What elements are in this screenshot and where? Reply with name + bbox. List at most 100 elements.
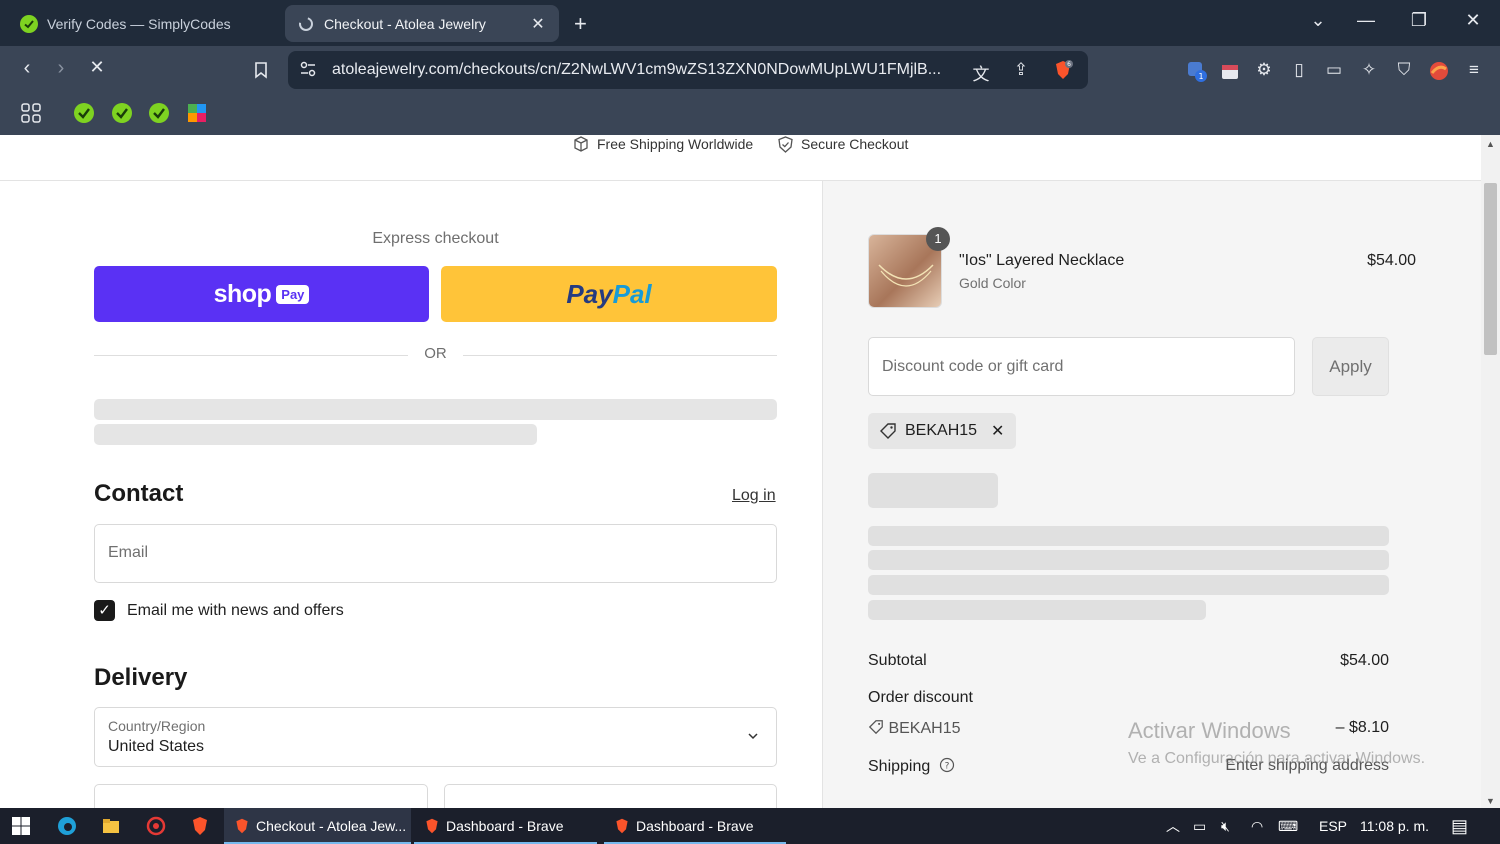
- product-variant: Gold Color: [959, 275, 1026, 291]
- file-explorer-icon[interactable]: [101, 816, 121, 836]
- news-offers-option[interactable]: ✓ Email me with news and offers: [94, 600, 344, 621]
- country-select[interactable]: Country/Region United States: [94, 707, 777, 767]
- trust-banner: Free Shipping Worldwide Secure Checkout: [0, 135, 1481, 181]
- scroll-up-icon[interactable]: ▲: [1486, 139, 1495, 149]
- or-divider: OR: [94, 345, 777, 365]
- shield-check-icon: [778, 135, 793, 153]
- news-offers-checkbox[interactable]: ✓: [94, 600, 115, 621]
- rewards-icon[interactable]: [1428, 60, 1450, 82]
- tag-icon: [868, 720, 883, 735]
- taskbar-app-dashboard[interactable]: Dashboard - Brave: [604, 808, 786, 844]
- new-tab-icon[interactable]: +: [574, 11, 587, 37]
- extension-badge-icon[interactable]: 1: [1186, 60, 1208, 82]
- language-indicator[interactable]: ESP: [1319, 808, 1347, 844]
- simplycodes-bookmark-icon[interactable]: [73, 102, 95, 124]
- remove-code-icon[interactable]: ✕: [991, 421, 1004, 441]
- close-tab-icon[interactable]: ✕: [529, 14, 547, 34]
- svg-text:1: 1: [1198, 72, 1203, 81]
- order-summary: 1 "Ios" Layered Necklace Gold Color $54.…: [822, 181, 1481, 808]
- product-name: "Ios" Layered Necklace: [959, 252, 1125, 269]
- brave-icon[interactable]: [190, 816, 210, 836]
- help-circle-icon[interactable]: ?: [939, 757, 955, 773]
- site-settings-icon[interactable]: [299, 60, 317, 78]
- apply-button[interactable]: Apply: [1312, 337, 1389, 396]
- scrollbar-thumb[interactable]: [1484, 183, 1497, 355]
- login-link[interactable]: Log in: [732, 487, 776, 505]
- close-window-icon[interactable]: ✕: [1461, 10, 1485, 31]
- sidebar-toggle-icon[interactable]: ▯: [1288, 60, 1310, 82]
- loading-skeleton: [868, 550, 1389, 570]
- extensions-puzzle-icon[interactable]: ⚙: [1253, 60, 1275, 82]
- tab-title: Checkout - Atolea Jewelry: [324, 15, 486, 32]
- menu-icon[interactable]: ≡: [1463, 60, 1485, 82]
- loading-skeleton: [94, 424, 537, 445]
- battery-icon[interactable]: ▭: [1193, 808, 1206, 844]
- brave-shields-icon[interactable]: 6: [1053, 60, 1073, 80]
- checkout-form: Express checkout shop Pay Pay Pal OR Cont…: [0, 181, 822, 808]
- express-checkout-label: Express checkout: [372, 230, 499, 247]
- colorful-bookmark-icon[interactable]: [186, 102, 208, 124]
- shipping-label: Shipping: [868, 758, 931, 775]
- paypal-button[interactable]: Pay Pal: [441, 266, 777, 322]
- wallet-icon[interactable]: ▭: [1323, 60, 1345, 82]
- tag-icon: [880, 423, 896, 439]
- email-field[interactable]: Email: [94, 524, 777, 583]
- restore-icon[interactable]: ❐: [1407, 10, 1431, 31]
- tab-checkout[interactable]: Checkout - Atolea Jewelry ✕: [285, 5, 559, 42]
- brave-icon: [616, 818, 628, 834]
- loading-skeleton: [868, 575, 1389, 595]
- volume-muted-icon[interactable]: 🔇︎: [1221, 808, 1230, 844]
- page-scrollbar[interactable]: ▲ ▼: [1481, 135, 1500, 808]
- back-icon[interactable]: ‹: [15, 57, 39, 80]
- last-name-field[interactable]: [444, 784, 777, 808]
- quantity-badge: 1: [926, 227, 950, 251]
- svg-text:?: ?: [944, 762, 949, 772]
- paypal-wordmark-pal: Pal: [612, 278, 652, 309]
- wifi-icon[interactable]: ◠: [1251, 808, 1263, 844]
- stop-loading-icon[interactable]: ✕: [85, 57, 109, 78]
- bookmark-icon[interactable]: [251, 60, 271, 80]
- translate-icon[interactable]: 文: [971, 60, 991, 84]
- svg-text:6: 6: [1067, 61, 1071, 68]
- checkout-page: Free Shipping Worldwide Secure Checkout …: [0, 135, 1481, 808]
- notifications-icon[interactable]: ▤: [1451, 808, 1468, 844]
- keyboard-icon[interactable]: ⌨: [1278, 808, 1298, 844]
- share-icon[interactable]: ⇪: [1011, 60, 1031, 80]
- loading-skeleton: [868, 473, 998, 508]
- apps-grid-icon[interactable]: [20, 102, 42, 124]
- taskbar-app-dashboard[interactable]: Dashboard - Brave: [414, 808, 597, 844]
- package-icon: [574, 136, 588, 152]
- clock[interactable]: 11:08 p. m.: [1360, 808, 1429, 844]
- windows-activation-watermark: Activar Windows: [1128, 718, 1291, 743]
- shop-pay-button[interactable]: shop Pay: [94, 266, 429, 322]
- simplycodes-bookmark-icon[interactable]: [148, 102, 170, 124]
- taskbar-app-label: Dashboard - Brave: [636, 818, 754, 834]
- leo-ai-icon[interactable]: ✧: [1358, 60, 1380, 82]
- vpn-shield-icon[interactable]: ⛉: [1393, 60, 1415, 82]
- forward-icon[interactable]: ›: [49, 57, 73, 80]
- bookmarks-bar: [0, 94, 1500, 135]
- applied-code-text: BEKAH15: [905, 422, 978, 439]
- scroll-down-icon[interactable]: ▼: [1486, 796, 1495, 806]
- contact-heading: Contact: [94, 480, 184, 507]
- tray-overflow-icon[interactable]: ︿: [1166, 808, 1180, 844]
- discount-code-input[interactable]: Discount code or gift card: [868, 337, 1295, 396]
- taskbar-app-label: Dashboard - Brave: [446, 818, 564, 834]
- edge-icon[interactable]: [57, 816, 77, 836]
- subtotal-label: Subtotal: [868, 652, 927, 669]
- red-app-icon[interactable]: [146, 816, 166, 836]
- taskbar-app-checkout[interactable]: Checkout - Atolea Jew...: [224, 808, 411, 844]
- calendar-extension-icon[interactable]: [1219, 60, 1241, 82]
- loading-skeleton: [94, 399, 777, 420]
- tab-verify-codes[interactable]: Verify Codes — SimplyCodes: [8, 5, 278, 42]
- windows-start-icon[interactable]: [11, 816, 31, 836]
- subtotal-value: $54.00: [1340, 652, 1389, 669]
- minimize-icon[interactable]: —: [1354, 10, 1378, 31]
- windows-activation-subtext: Ve a Configuración para activar Windows.: [1128, 750, 1426, 767]
- order-discount-label: Order discount: [868, 689, 973, 706]
- tab-search-chevron-icon[interactable]: ⌄: [1306, 10, 1330, 31]
- simplycodes-bookmark-icon[interactable]: [111, 102, 133, 124]
- first-name-field[interactable]: [94, 784, 428, 808]
- discount-placeholder: Discount code or gift card: [882, 358, 1064, 375]
- address-bar[interactable]: atoleajewelry.com/checkouts/cn/Z2NwLWV1c…: [288, 51, 1088, 89]
